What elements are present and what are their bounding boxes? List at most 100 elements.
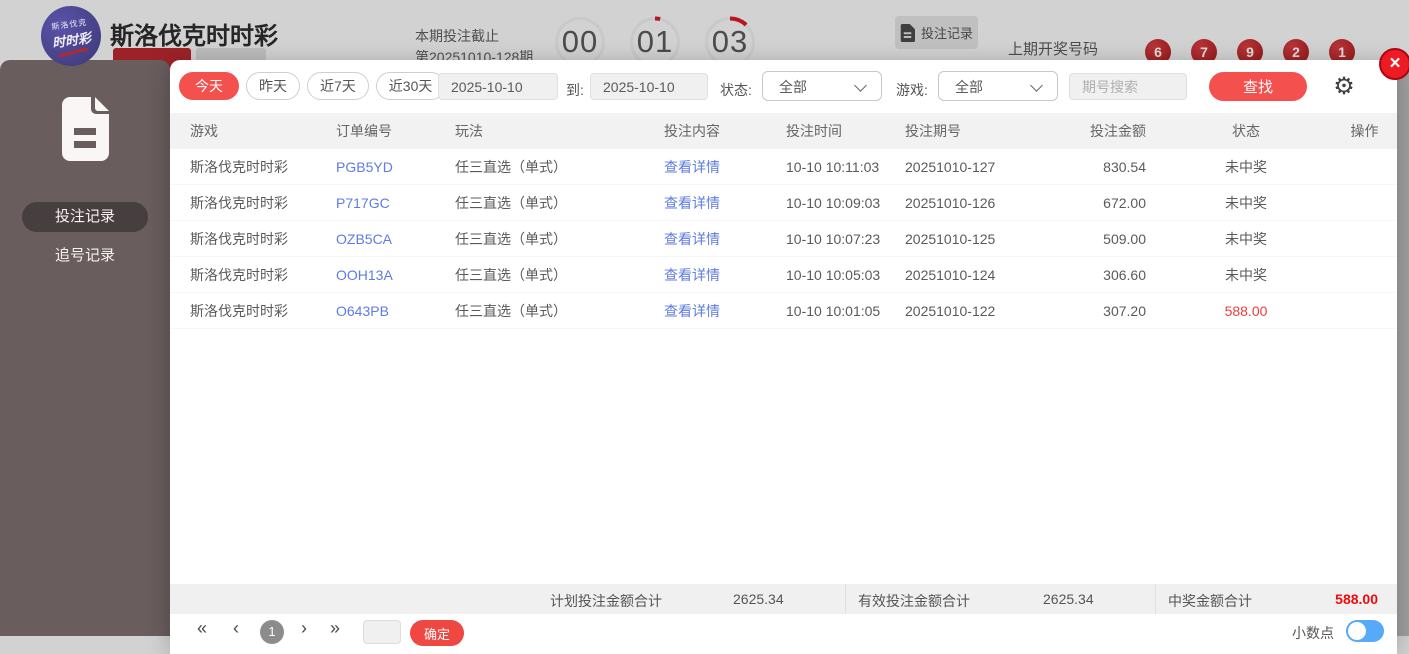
table-header-cell: 订单编号 [336, 123, 392, 139]
order-number-link[interactable]: OOH13A [336, 267, 455, 283]
decimal-toggle-label: 小数点 [1292, 625, 1334, 641]
cell-status: 未中奖 [1225, 266, 1267, 283]
sidebar-menu: 投注记录 追号记录 [0, 202, 170, 271]
quick-range-button[interactable]: 今天 [179, 72, 239, 100]
cell-play: 任三直选（单式） [455, 266, 567, 283]
divider [1155, 584, 1156, 614]
cell-status: 未中奖 [1225, 230, 1267, 247]
last-draw-label: 上期开奖号码 [1008, 41, 1099, 58]
game-select[interactable]: 全部 [938, 71, 1058, 101]
search-button[interactable]: 查找 [1209, 72, 1307, 101]
sidebar-item[interactable]: 追号记录 [22, 241, 148, 271]
date-from-input[interactable] [438, 73, 558, 100]
status-select[interactable]: 全部 [762, 71, 882, 101]
status-label: 状态: [720, 82, 752, 98]
cell-bet-time: 10-10 10:07:23 [786, 230, 881, 247]
bet-records-button-label: 投注记录 [920, 26, 973, 41]
cell-game: 斯洛伐克时时彩 [190, 230, 288, 247]
pagination-bar: « ‹ 1 › » 确定 小数点 [170, 614, 1397, 654]
cell-play: 任三直选（单式） [455, 302, 567, 319]
view-detail-link[interactable]: 查看详情 [664, 265, 786, 285]
cell-amount: 672.00 [1103, 194, 1146, 211]
to-label: 到: [566, 82, 584, 98]
cell-period: 20251010-127 [905, 158, 996, 175]
cell-status: 未中奖 [1225, 158, 1267, 175]
quick-range-button[interactable]: 昨天 [246, 72, 300, 100]
chevron-down-icon [1030, 79, 1043, 92]
view-detail-link[interactable]: 查看详情 [664, 229, 786, 249]
planned-total-label: 计划投注金额合计 [550, 593, 662, 609]
win-total-value: 588.00 [1335, 591, 1378, 607]
game-label: 游戏: [896, 82, 928, 98]
cell-game: 斯洛伐克时时彩 [190, 302, 288, 319]
cell-bet-time: 10-10 10:05:03 [786, 266, 881, 283]
cell-status: 未中奖 [1225, 194, 1267, 211]
table-body: 斯洛伐克时时彩 PGB5YD 任三直选（单式） 查看详情 10-10 10:11… [170, 149, 1397, 329]
page-confirm-button[interactable]: 确定 [410, 620, 464, 646]
totals-bar: 计划投注金额合计 2625.34 有效投注金额合计 2625.34 中奖金额合计… [170, 584, 1397, 614]
table-row: 斯洛伐克时时彩 PGB5YD 任三直选（单式） 查看详情 10-10 10:11… [170, 149, 1397, 185]
cell-game: 斯洛伐克时时彩 [190, 158, 288, 175]
cell-game: 斯洛伐克时时彩 [190, 266, 288, 283]
table-row: 斯洛伐克时时彩 OZB5CA 任三直选（单式） 查看详情 10-10 10:07… [170, 221, 1397, 257]
status-select-value: 全部 [779, 79, 807, 95]
cell-bet-time: 10-10 10:11:03 [786, 158, 880, 175]
bet-records-button[interactable]: 投注记录 [895, 16, 978, 49]
order-number-link[interactable]: OZB5CA [336, 231, 455, 247]
view-detail-link[interactable]: 查看详情 [664, 193, 786, 213]
table-header-cell: 投注内容 [664, 123, 720, 139]
toggle-knob [1348, 622, 1366, 640]
cell-play: 任三直选（单式） [455, 230, 567, 247]
cell-amount: 306.60 [1103, 266, 1146, 283]
deadline-label: 本期投注截止 [415, 28, 499, 44]
table-row: 斯洛伐克时时彩 P717GC 任三直选（单式） 查看详情 10-10 10:09… [170, 185, 1397, 221]
cell-status: 588.00 [1224, 302, 1268, 319]
date-to-input[interactable] [590, 73, 708, 100]
cell-period: 20251010-122 [905, 302, 996, 319]
cell-amount: 307.20 [1103, 302, 1146, 319]
table-header-cell: 投注时间 [786, 123, 842, 139]
current-page-badge[interactable]: 1 [260, 620, 284, 644]
game-select-value: 全部 [955, 79, 983, 95]
quick-range-button[interactable]: 近7天 [307, 72, 369, 100]
win-total-label: 中奖金额合计 [1168, 593, 1252, 609]
table-row: 斯洛伐克时时彩 OOH13A 任三直选（单式） 查看详情 10-10 10:05… [170, 257, 1397, 293]
table-header-cell: 投注期号 [905, 123, 961, 139]
planned-total-value: 2625.34 [733, 591, 784, 607]
cell-game: 斯洛伐克时时彩 [190, 194, 288, 211]
order-number-link[interactable]: P717GC [336, 195, 455, 211]
order-number-link[interactable]: PGB5YD [336, 159, 455, 175]
valid-total-value: 2625.34 [1043, 591, 1094, 607]
gear-icon[interactable]: ⚙ [1330, 72, 1358, 100]
cell-amount: 509.00 [1103, 230, 1146, 247]
close-icon[interactable]: × [1379, 48, 1409, 80]
bet-records-modal: 今天昨天近7天近30天 到: 状态: 全部 游戏: 全部 查找 ⚙ 游戏 订单编号… [170, 60, 1397, 654]
period-search-input[interactable] [1069, 73, 1187, 100]
chevron-down-icon [854, 79, 867, 92]
cell-period: 20251010-125 [905, 230, 996, 247]
cell-play: 任三直选（单式） [455, 194, 567, 211]
order-number-link[interactable]: O643PB [336, 303, 455, 319]
table-header-cell: 玩法 [455, 123, 483, 139]
sidebar-item[interactable]: 投注记录 [22, 202, 148, 232]
cell-play: 任三直选（单式） [455, 158, 567, 175]
table-header-cell: 游戏 [190, 123, 218, 139]
sidebar: 投注记录 追号记录 [0, 60, 170, 636]
divider [845, 584, 846, 614]
valid-total-label: 有效投注金额合计 [858, 593, 970, 609]
bet-records-icon [62, 97, 109, 161]
quick-range-button[interactable]: 近30天 [375, 72, 446, 100]
table-row: 斯洛伐克时时彩 O643PB 任三直选（单式） 查看详情 10-10 10:01… [170, 293, 1397, 329]
table-header-cell: 投注金额 [1090, 123, 1146, 139]
cell-bet-time: 10-10 10:01:05 [786, 302, 881, 319]
view-detail-link[interactable]: 查看详情 [664, 301, 786, 321]
decimal-toggle[interactable] [1346, 620, 1384, 642]
cell-amount: 830.54 [1103, 158, 1146, 175]
page-scrollbar[interactable] [1397, 60, 1409, 636]
page-jump-input[interactable] [363, 620, 401, 644]
table-header: 游戏 订单编号 玩法 投注内容 投注时间 投注期号 投注金额 状态 操作 [170, 113, 1397, 149]
view-detail-link[interactable]: 查看详情 [664, 157, 786, 177]
page-title: 斯洛伐克时时彩 [110, 23, 278, 50]
document-icon [900, 23, 915, 42]
cell-period: 20251010-126 [905, 194, 996, 211]
